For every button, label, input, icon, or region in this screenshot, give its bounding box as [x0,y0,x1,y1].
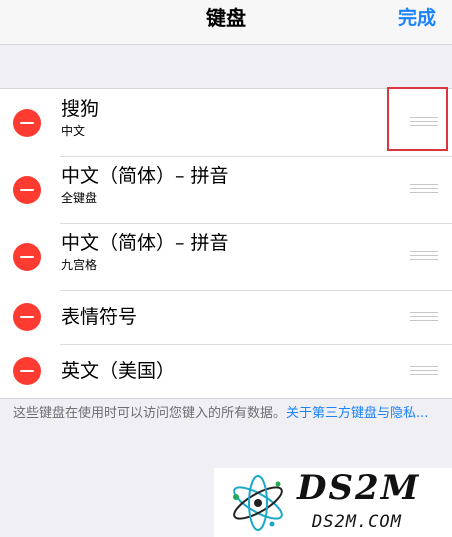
keyboard-title: 中文（简体）– 拼音 [61,165,229,187]
keyboard-subtitle: 九宫格 [61,258,98,272]
keyboard-row-sogou: 搜狗 中文 [0,89,452,156]
delete-minus-icon[interactable] [13,357,41,385]
delete-minus-icon[interactable] [13,109,41,137]
navigation-bar: 键盘 完成 [0,0,452,45]
highlight-box [387,87,448,151]
keyboard-subtitle: 全键盘 [61,191,98,205]
watermark-title: DS2M [297,468,421,508]
keyboard-list: 搜狗 中文 中文（简体）– 拼音 全键盘 中文（简体）– 拼音 九宫格 表情符号… [0,88,452,399]
keyboard-row-emoji: 表情符号 [0,290,452,344]
atom-logo-icon [233,475,283,531]
keyboard-row-pinyin-full: 中文（简体）– 拼音 全键盘 [0,156,452,223]
footer-text: 这些键盘在使用时可以访问您键入的所有数据。 [13,406,287,421]
privacy-footer: 这些键盘在使用时可以访问您键入的所有数据。关于第三方键盘与隐私... [13,403,441,424]
reorder-handle-icon[interactable] [410,251,438,262]
keyboard-title: 中文（简体）– 拼音 [61,232,229,254]
keyboard-title: 表情符号 [61,306,138,328]
delete-minus-icon[interactable] [13,243,41,271]
keyboard-subtitle: 中文 [61,124,86,138]
reorder-handle-icon[interactable] [410,312,438,323]
privacy-link[interactable]: 关于第三方键盘与隐私... [286,406,428,421]
watermark-subtitle: DS2M.COM [312,512,402,532]
reorder-handle-icon[interactable] [410,366,438,377]
page-title: 键盘 [206,6,246,30]
reorder-handle-icon[interactable] [410,184,438,195]
keyboard-title: 搜狗 [61,98,100,120]
done-button[interactable]: 完成 [398,0,436,44]
watermark: DS2M DS2M.COM [214,468,452,537]
delete-minus-icon[interactable] [13,176,41,204]
delete-minus-icon[interactable] [13,303,41,331]
keyboard-row-pinyin-nine: 中文（简体）– 拼音 九宫格 [0,223,452,290]
keyboard-row-english: 英文（美国） [0,344,452,398]
keyboard-title: 英文（美国） [61,360,176,382]
